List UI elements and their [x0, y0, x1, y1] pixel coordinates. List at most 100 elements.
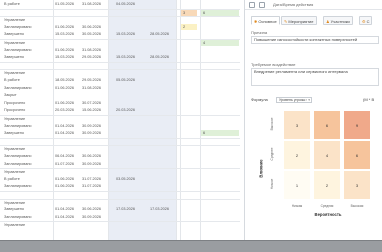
matrix-cell[interactable]: 3 [283, 110, 311, 140]
table-row[interactable]: 36 [0, 8, 240, 16]
status-cell: В работе [4, 78, 20, 82]
fact-start-cell: 20.03.2026 [116, 108, 136, 113]
fact-start-cell [116, 92, 140, 98]
fact-start-cell: 15.03.2026 [116, 32, 136, 37]
fact-end-cell [150, 40, 174, 46]
table-row[interactable]: Управление [0, 16, 240, 22]
table-row[interactable]: Завершено 01.04.2026 30.06.2026 17.03.2026 1… [0, 206, 240, 212]
plan-start-cell: 01.07.2026 [55, 161, 75, 166]
matrix-cell[interactable]: 3 [343, 170, 371, 200]
risk-after-cell [201, 214, 239, 220]
matrix-cell[interactable]: 2 [283, 140, 311, 170]
risk-before-cell [181, 85, 197, 91]
fact-end-cell [150, 85, 174, 91]
tab-more[interactable]: ⚙С [359, 16, 373, 25]
matrix-cell[interactable]: 2 [313, 170, 341, 200]
risk-before-cell [181, 100, 197, 106]
tab-main[interactable]: ✱Основное [251, 16, 280, 25]
table-row[interactable]: Завершено 01.04.2026 30.09.2026 6 [0, 130, 240, 137]
table-row[interactable]: Запланировано 01.07.2026 30.09.2026 [0, 161, 240, 167]
table-row[interactable]: Запланировано 01.06.2026 30.06.2026 2 [0, 23, 240, 30]
matrix-cell[interactable]: 6 [343, 140, 371, 170]
plan-start-cell [55, 116, 79, 122]
risk-after-cell [201, 153, 239, 159]
plan-end-cell [82, 192, 106, 198]
risk-after-cell [201, 222, 239, 228]
formula-select[interactable]: Уровень угрозы × ▾ [276, 97, 312, 103]
risk-after-cell [201, 183, 239, 189]
fact-end-cell [150, 192, 174, 198]
table-row[interactable]: В работе 18.05.2026 29.05.2026 05.05.2026 [0, 77, 240, 83]
plan-end-cell: 29.05.2026 [82, 55, 102, 60]
table-row[interactable]: Управление [0, 198, 240, 206]
table-row[interactable]: Запланировано 06.04.2026 30.06.2026 [0, 153, 240, 159]
table-row[interactable] [0, 61, 240, 68]
y-axis-title: Влияние [257, 140, 265, 200]
risk-before-cell [181, 206, 197, 212]
table-row[interactable]: В работе 01.06.2026 31.07.2026 03.05.2026 [0, 176, 240, 182]
calendar-icon[interactable] [259, 2, 265, 8]
status-cell: Завершено [4, 131, 24, 136]
edit-icon[interactable] [249, 2, 255, 8]
action-field[interactable]: Внедрение регламента или сервисного инте… [251, 68, 379, 86]
fact-end-cell: 28.05.2026 [150, 32, 170, 37]
table-row[interactable] [0, 137, 240, 144]
matrix-cell[interactable]: 6 [313, 110, 341, 140]
fact-end-cell [150, 200, 174, 206]
risk-after-cell [201, 77, 239, 83]
status-cell: Запланировано [4, 24, 32, 29]
x-tick-label: Высокая [350, 204, 364, 208]
table-row[interactable]: Завершено 15.03.2026 29.05.2026 15.03.2026 2… [0, 54, 240, 60]
chevron-down-icon[interactable]: × ▾ [305, 98, 310, 102]
table-row[interactable] [0, 191, 240, 197]
fact-end-cell [150, 107, 174, 113]
table-row[interactable]: Запланировано 01.06.2026 31.08.2026 [0, 47, 240, 53]
table-row[interactable]: Просрочено 01.06.2026 30.07.2026 [0, 100, 240, 106]
status-cell: Управление [4, 117, 26, 121]
table-row[interactable]: Управление [0, 221, 240, 227]
status-cell: Завершено [4, 32, 24, 37]
fact-start-cell: 03.05.2026 [116, 176, 136, 181]
risk-before-cell [181, 146, 197, 152]
plan-end-cell: 30.06.2026 [82, 154, 102, 158]
table-row[interactable]: Завершено 15.03.2026 30.05.2026 15.03.2026 2… [0, 31, 240, 37]
risk-after-cell: 6 [201, 130, 239, 137]
risk-after-cell [201, 54, 239, 60]
plan-end-cell: 30.06.2026 [82, 24, 102, 29]
table-row[interactable]: Запланировано 01.04.2026 30.09.2026 [0, 123, 240, 129]
risk-before-cell [181, 107, 197, 113]
fact-start-cell [116, 40, 140, 46]
risk-before-cell [181, 169, 197, 175]
table-row[interactable]: Запланировано 01.04.2026 30.09.2026 [0, 214, 240, 220]
risk-after-cell [201, 116, 239, 122]
plan-end-cell [82, 40, 106, 46]
matrix-cell[interactable]: 4 [313, 140, 341, 170]
table-row[interactable]: Управление [0, 145, 240, 151]
reason-field[interactable]: Повышение износостойкости контактных пов… [251, 36, 379, 44]
table-row[interactable]: Управление [0, 69, 240, 75]
table-row[interactable]: Запланировано 01.06.2026 31.08.2026 [0, 85, 240, 91]
table-row[interactable]: Закрыт [0, 92, 240, 98]
table-row[interactable]: Управление 4 [0, 39, 240, 46]
tab-measure[interactable]: ✎Мероприятие [281, 16, 317, 25]
fact-start-cell [116, 85, 140, 91]
risk-before-cell [181, 214, 197, 220]
fact-start-cell: 05.05.2026 [116, 78, 136, 82]
table-row[interactable]: Управление [0, 168, 240, 174]
risk-after-cell [201, 92, 239, 98]
matrix-cell[interactable]: 1 [283, 170, 311, 200]
plan-end-cell: 30.09.2026 [82, 131, 102, 136]
plan-start-cell: 01.06.2026 [55, 100, 75, 105]
matrix-cell[interactable]: 9 [343, 110, 371, 140]
tab-participants[interactable]: ♟Участники [323, 16, 353, 25]
table-row[interactable]: Просрочено 20.03.2026 15.06.2026 20.03.2026 [0, 107, 240, 113]
table-row[interactable]: Управление [0, 115, 240, 121]
status-cell: Запланировано [4, 154, 32, 158]
plan-start-cell [55, 200, 79, 206]
fact-end-cell [150, 70, 174, 76]
table-row[interactable]: В работе 01.05.2026 31.08.2026 04.05.2026 [0, 1, 240, 7]
table-row[interactable]: Запланировано 01.06.2026 31.07.2026 [0, 183, 240, 189]
fact-end-cell [150, 24, 174, 30]
risk-before-cell [181, 77, 197, 83]
fact-start-cell [116, 183, 140, 189]
